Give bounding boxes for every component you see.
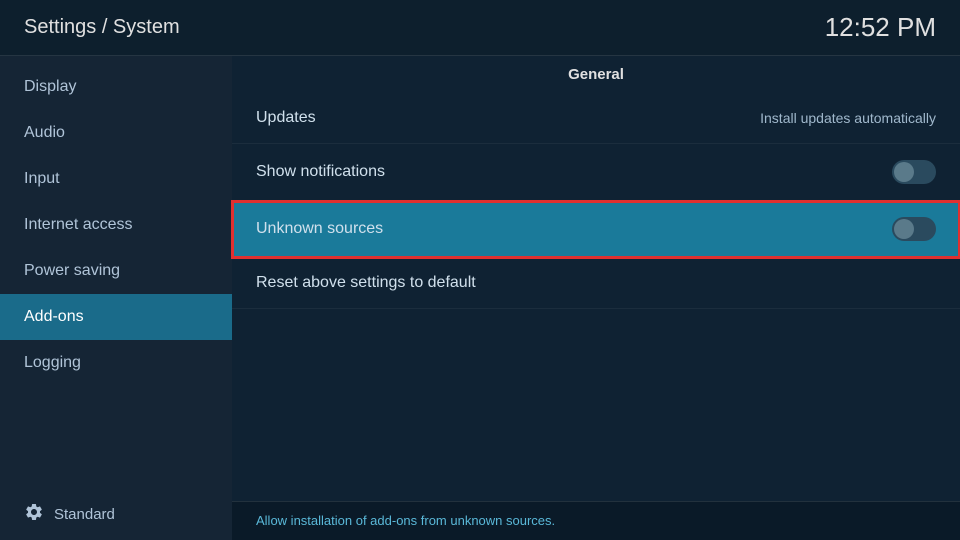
- sidebar-bottom[interactable]: Standard: [0, 488, 232, 540]
- content-inner: General Updates Install updates automatic…: [232, 56, 960, 501]
- sidebar-item-internet-access[interactable]: Internet access: [0, 202, 232, 248]
- sidebar-item-audio[interactable]: Audio: [0, 110, 232, 156]
- row-label-updates: Updates: [256, 109, 316, 127]
- settings-row-updates[interactable]: Updates Install updates automatically: [232, 93, 960, 144]
- row-label-unknown-sources: Unknown sources: [256, 220, 383, 238]
- sidebar-item-power-saving[interactable]: Power saving: [0, 248, 232, 294]
- status-text: Allow installation of add-ons from unkno…: [256, 513, 555, 528]
- sidebar-item-input[interactable]: Input: [0, 156, 232, 202]
- settings-list: Updates Install updates automatically Show…: [232, 93, 960, 309]
- sidebar-item-add-ons[interactable]: Add-ons: [0, 294, 232, 340]
- sidebar: DisplayAudioInputInternet accessPower sa…: [0, 56, 232, 540]
- gear-icon: [24, 502, 44, 526]
- clock: 12:52 PM: [825, 12, 936, 43]
- sidebar-standard-label: Standard: [54, 506, 115, 523]
- toggle-knob-show-notifications: [894, 162, 914, 182]
- section-header: General: [232, 56, 960, 93]
- toggle-show-notifications[interactable]: [892, 160, 936, 184]
- main-layout: DisplayAudioInputInternet accessPower sa…: [0, 56, 960, 540]
- settings-row-show-notifications[interactable]: Show notifications: [232, 144, 960, 201]
- sidebar-item-display[interactable]: Display: [0, 64, 232, 110]
- page-title: Settings / System: [24, 16, 180, 39]
- header: Settings / System 12:52 PM: [0, 0, 960, 55]
- toggle-knob-unknown-sources: [894, 219, 914, 239]
- settings-row-reset-settings[interactable]: Reset above settings to default: [232, 258, 960, 309]
- settings-row-unknown-sources[interactable]: Unknown sources: [232, 201, 960, 258]
- row-label-show-notifications: Show notifications: [256, 163, 385, 181]
- content-area: General Updates Install updates automatic…: [232, 56, 960, 540]
- row-value-updates: Install updates automatically: [760, 110, 936, 126]
- status-bar: Allow installation of add-ons from unkno…: [232, 501, 960, 540]
- row-label-reset-settings: Reset above settings to default: [256, 274, 476, 292]
- toggle-unknown-sources[interactable]: [892, 217, 936, 241]
- sidebar-item-logging[interactable]: Logging: [0, 340, 232, 386]
